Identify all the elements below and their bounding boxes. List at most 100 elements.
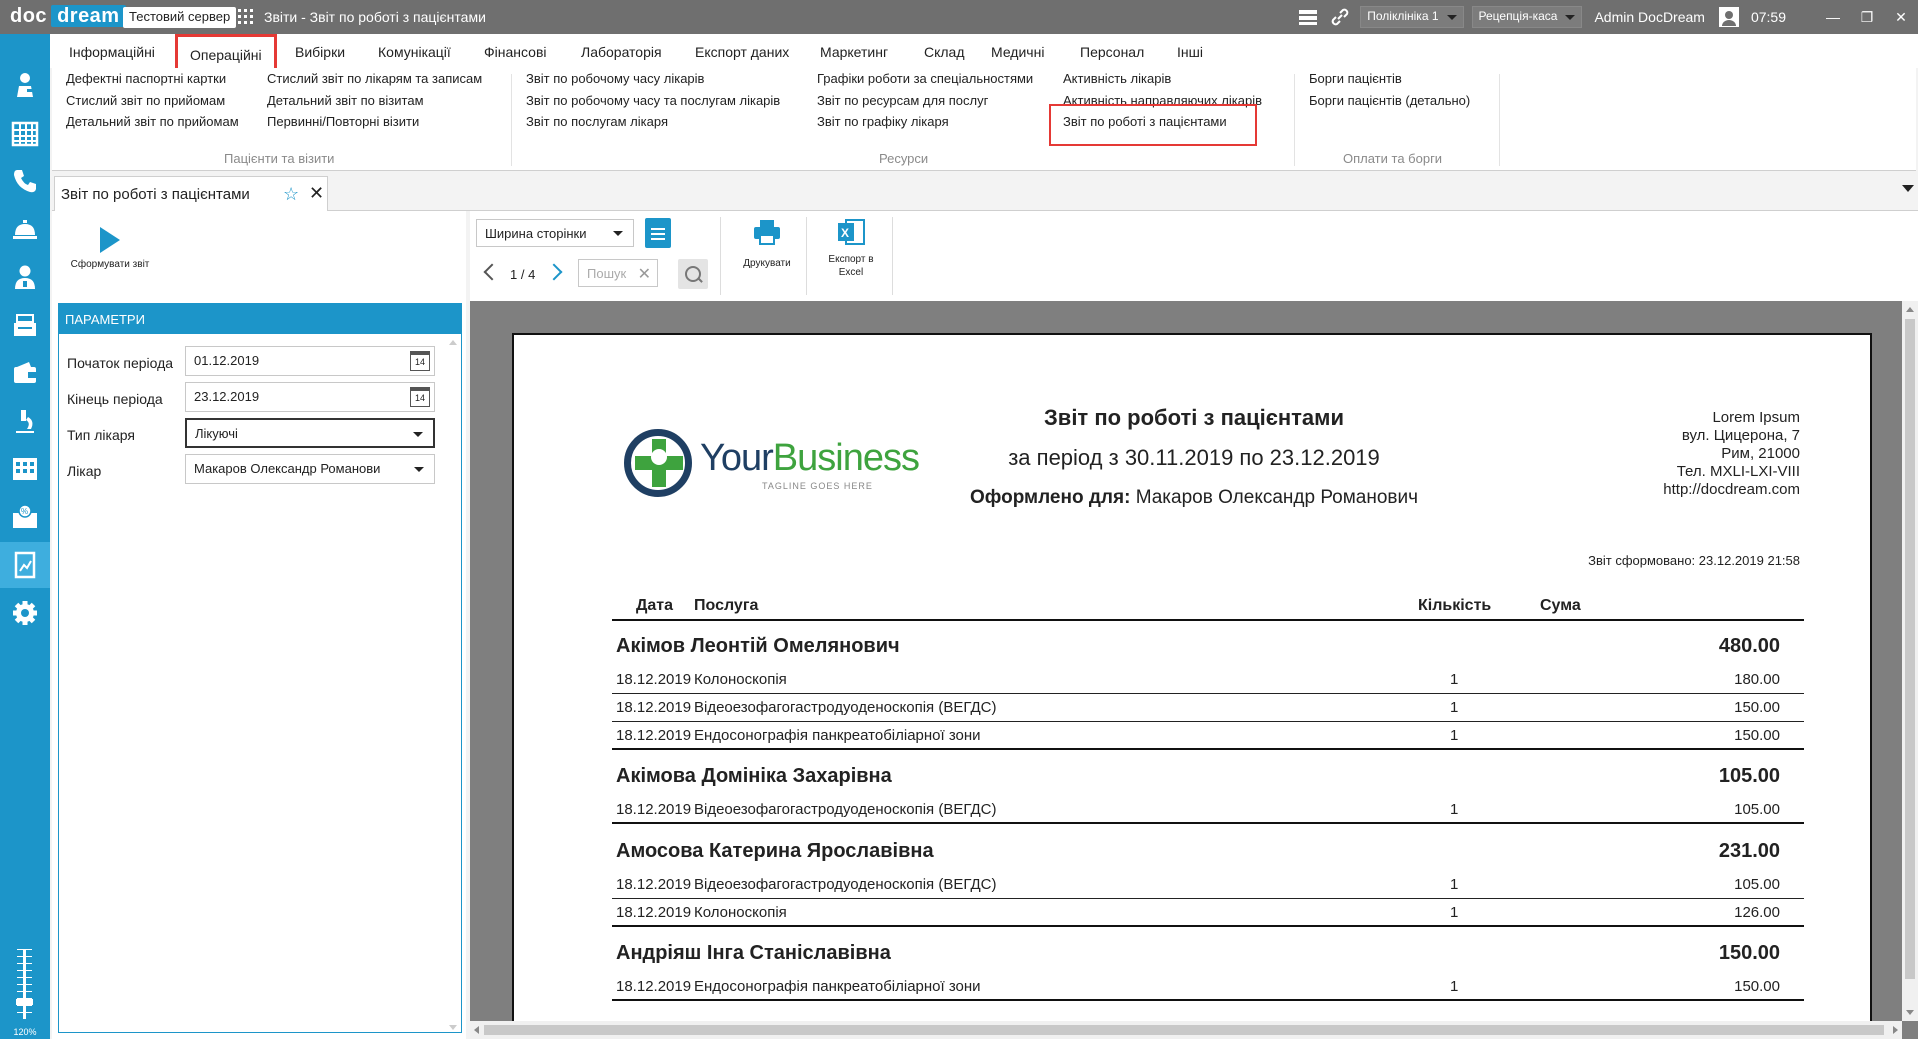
close-window-button[interactable]: ✕ — [1884, 9, 1918, 26]
report-link[interactable]: Борги пацієнтів — [1309, 71, 1402, 86]
previous-page-icon[interactable] — [483, 263, 501, 281]
scroll-down-icon[interactable] — [1906, 1010, 1914, 1015]
horizontal-scrollbar[interactable] — [470, 1021, 1902, 1039]
service-date: 18.12.2019 — [616, 671, 692, 688]
minimize-button[interactable]: — — [1816, 9, 1850, 25]
sidebar-item-cashbox[interactable] — [0, 302, 50, 348]
tab-selections[interactable]: Вибірки — [295, 44, 345, 60]
close-icon[interactable]: ✕ — [309, 183, 324, 204]
export-excel-button[interactable]: X Експорт в Excel — [816, 217, 886, 279]
sidebar-item-schedule[interactable] — [0, 110, 50, 156]
report-link[interactable]: Дефектні паспортні картки — [66, 71, 226, 86]
tab-communications[interactable]: Комунікації — [378, 44, 451, 60]
service-row: 18.12.2019 Колоноскопія 1 180.00 — [612, 666, 1804, 694]
tab-operational[interactable]: Операційні — [175, 34, 277, 72]
doctor-select[interactable]: Макаров Олександр Романови — [185, 454, 435, 484]
sidebar-item-timetable[interactable] — [0, 446, 50, 492]
tab-medical[interactable]: Медичні — [991, 44, 1044, 60]
service-row: 18.12.2019 Ендосонографія панкреатобіліар… — [612, 722, 1804, 750]
report-link[interactable]: Детальний звіт по візитам — [267, 93, 424, 108]
generate-report-button[interactable]: Сформувати звіт — [68, 223, 152, 303]
patient-name: Акімова Домініка Захарівна — [616, 765, 892, 787]
sidebar-item-lab[interactable] — [0, 398, 50, 444]
tab-list-chevron-icon[interactable] — [1902, 185, 1914, 192]
doctor-type-select[interactable]: Лікуючі — [185, 418, 435, 448]
params-scrollbar[interactable] — [447, 340, 459, 1030]
service-row: 18.12.2019 Ендосонографія панкреатобіліар… — [612, 973, 1804, 1001]
sidebar-item-reports[interactable] — [0, 542, 50, 588]
scroll-up-icon[interactable] — [1906, 307, 1914, 312]
scroll-right-icon[interactable] — [1893, 1026, 1898, 1034]
next-page-icon[interactable] — [545, 263, 563, 281]
report-link[interactable]: Стислий звіт по лікарям та записам — [267, 71, 482, 86]
report-table-header: Дата Послуга Кількість Сума — [612, 591, 1804, 621]
sidebar-item-patients[interactable] — [0, 62, 50, 108]
report-link[interactable]: Графіки роботи за спеціальностями — [817, 71, 1033, 86]
tab-warehouse[interactable]: Склад — [924, 44, 965, 60]
report-search-input[interactable]: Пошук ✕ — [578, 259, 658, 287]
report-link[interactable]: Звіт по робочому часу лікарів — [526, 71, 704, 86]
report-link[interactable]: Активність лікарів — [1063, 71, 1171, 86]
service-name: Ендосонографія панкреатобіліарної зони — [694, 727, 981, 744]
sidebar-item-wallet[interactable] — [0, 350, 50, 396]
tab-other[interactable]: Інші — [1177, 44, 1203, 60]
restore-button[interactable]: ❐ — [1850, 9, 1884, 26]
report-link[interactable]: Звіт по послугам лікаря — [526, 114, 668, 129]
tab-laboratory[interactable]: Лабораторія — [581, 44, 662, 60]
apps-grid-icon[interactable] — [238, 9, 254, 25]
sidebar-item-calls[interactable] — [0, 158, 50, 204]
zoom-mode-select[interactable]: Ширина сторінки — [476, 219, 634, 247]
print-button[interactable]: Друкувати — [736, 217, 798, 270]
sidebar-item-doctors[interactable] — [0, 254, 50, 300]
sidebar-item-marketing[interactable]: % — [0, 494, 50, 540]
scroll-left-icon[interactable] — [474, 1026, 479, 1034]
report-link[interactable]: Стислий звіт по прийомам — [66, 93, 225, 108]
service-date: 18.12.2019 — [616, 876, 692, 893]
tab-informational[interactable]: Інформаційні — [69, 44, 155, 60]
report-link[interactable]: Звіт по робочому часу та послугам лікарі… — [526, 93, 780, 108]
report-link[interactable]: Первинні/Повторні візити — [267, 114, 419, 129]
service-sum: 150.00 — [1734, 978, 1780, 995]
role-select[interactable]: Рецепція-каса — [1471, 6, 1583, 28]
server-icon[interactable] — [1298, 7, 1318, 27]
doc-tab-report[interactable]: Звіт по роботі з пацієнтами ☆ ✕ — [54, 176, 328, 212]
patient-total: 480.00 — [1718, 635, 1780, 657]
sidebar-item-settings[interactable] — [0, 590, 50, 636]
role-select-value: Рецепція-каса — [1478, 9, 1558, 23]
search-placeholder: Пошук — [587, 266, 627, 281]
tab-staff[interactable]: Персонал — [1080, 44, 1144, 60]
star-icon[interactable]: ☆ — [283, 184, 299, 205]
report-viewer: YourBusiness TAGLINE GOES HERE Звіт по р… — [470, 301, 1918, 1039]
chevron-down-icon — [613, 231, 623, 236]
tab-financial[interactable]: Фінансові — [484, 44, 547, 60]
report-link[interactable]: Звіт по графіку лікаря — [817, 114, 949, 129]
patient-row: Акімова Домініка Захарівна 105.00 — [612, 765, 1804, 793]
vertical-scrollbar[interactable] — [1902, 301, 1918, 1021]
report-link[interactable]: Борги пацієнтів (детально) — [1309, 93, 1470, 108]
toolbar-separator — [806, 217, 807, 295]
link-icon[interactable] — [1330, 7, 1350, 27]
service-sum: 180.00 — [1734, 671, 1780, 688]
tab-marketing[interactable]: Маркетинг — [820, 44, 888, 60]
doctor-type-value: Лікуючі — [195, 426, 238, 441]
report-link[interactable]: Детальний звіт по прийомам — [66, 114, 239, 129]
calendar-icon[interactable]: 14 — [410, 387, 430, 407]
page-view-icon[interactable] — [645, 218, 671, 248]
report-link[interactable]: Звіт по ресурсам для послуг — [817, 93, 988, 108]
period-start-input[interactable]: 01.12.2019 14 — [185, 346, 435, 376]
scroll-thumb[interactable] — [1905, 319, 1915, 979]
service-date: 18.12.2019 — [616, 904, 692, 921]
zoom-slider[interactable]: 120% — [0, 939, 50, 1039]
calendar-icon[interactable]: 14 — [410, 351, 430, 371]
scroll-thumb[interactable] — [484, 1025, 1884, 1035]
user-avatar-icon[interactable] — [1718, 7, 1739, 27]
sidebar-item-reception[interactable] — [0, 206, 50, 252]
scroll-down-icon[interactable] — [449, 1025, 457, 1030]
clinic-select[interactable]: Поліклініка 1 — [1360, 6, 1464, 28]
clear-search-icon[interactable]: ✕ — [638, 264, 651, 284]
zoom-knob[interactable] — [16, 999, 33, 1005]
scroll-up-icon[interactable] — [449, 340, 457, 345]
period-end-input[interactable]: 23.12.2019 14 — [185, 382, 435, 412]
search-icon[interactable] — [678, 259, 708, 289]
tab-data-export[interactable]: Експорт даних — [695, 44, 789, 60]
